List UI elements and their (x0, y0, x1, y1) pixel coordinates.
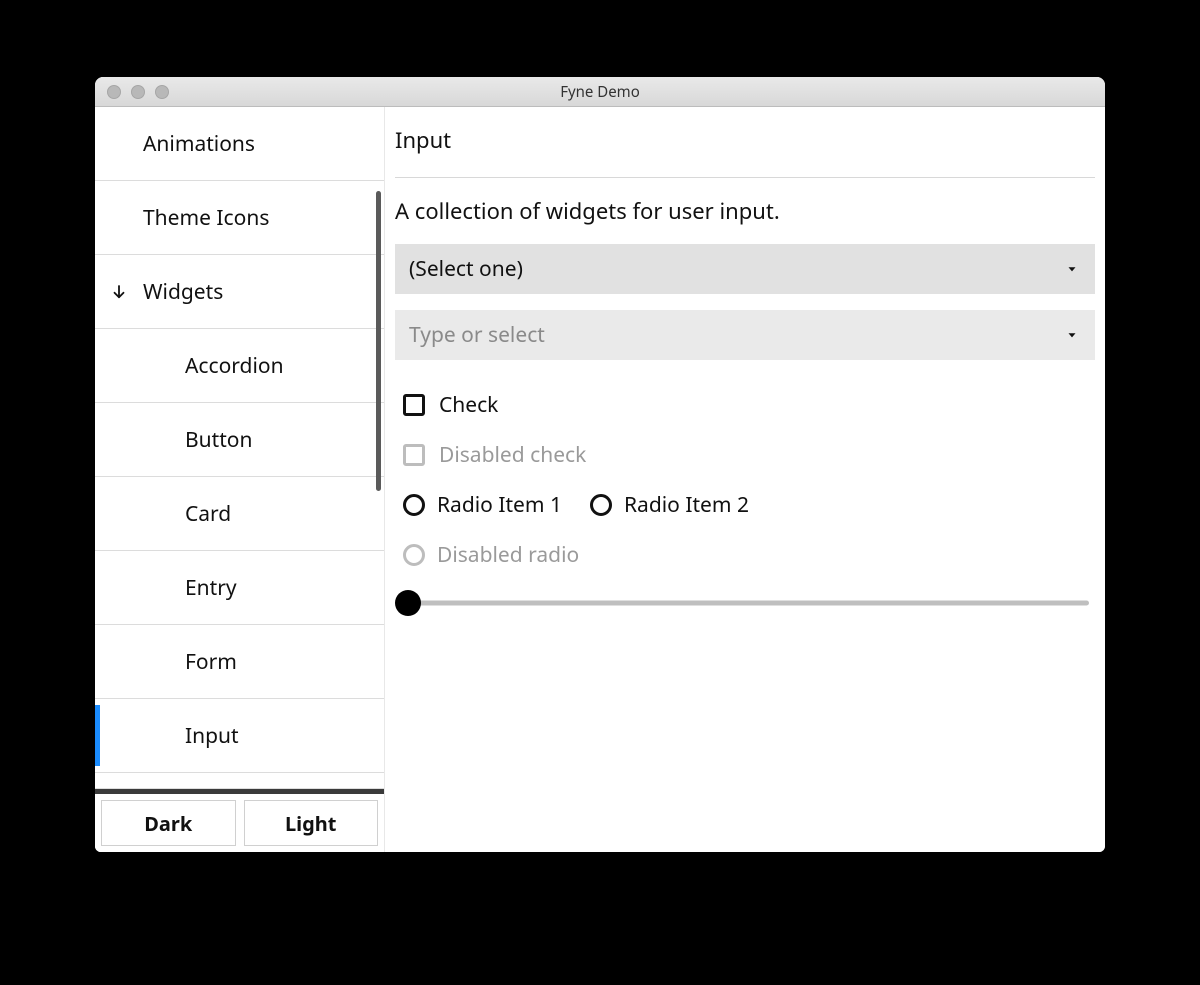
disabled-check-label: Disabled check (439, 441, 586, 469)
sidebar-item-theme-icons[interactable]: Theme Icons (95, 181, 384, 255)
window-title: Fyne Demo (95, 82, 1105, 102)
app-window: Fyne Demo Animations Theme Icons Widgets… (95, 77, 1105, 852)
sidebar-item-label: Accordion (185, 352, 284, 380)
caret-down-icon (1065, 328, 1079, 342)
sidebar-item-card[interactable]: Card (95, 477, 384, 551)
checkbox-icon (403, 444, 425, 466)
nav-scrollbar[interactable] (376, 191, 381, 491)
disabled-check-row: Disabled check (395, 430, 1095, 480)
sidebar-item-input[interactable]: Input (95, 699, 384, 773)
caret-down-icon (1065, 262, 1079, 276)
sidebar-item-widgets[interactable]: Widgets (95, 255, 384, 329)
app-body: Animations Theme Icons Widgets Accordion… (95, 107, 1105, 852)
radio-label: Radio Item 2 (624, 491, 749, 519)
page-description: A collection of widgets for user input. (395, 196, 1095, 226)
radio-icon (403, 544, 425, 566)
sidebar-item-label: Card (185, 500, 231, 528)
radio-group: Radio Item 1 Radio Item 2 (395, 480, 1095, 530)
check-label: Check (439, 391, 498, 419)
sidebar-item-label: Widgets (143, 278, 223, 306)
nav-list[interactable]: Animations Theme Icons Widgets Accordion… (95, 107, 384, 788)
slider-thumb[interactable] (395, 590, 421, 616)
sidebar-item-label: Input (185, 722, 239, 750)
sidebar-item-label: Entry (185, 574, 237, 602)
radio-item-2[interactable]: Radio Item 2 (590, 491, 749, 519)
sidebar-item-text[interactable]: Text (95, 773, 384, 788)
sidebar-item-label: Form (185, 648, 237, 676)
slider-track[interactable] (401, 601, 1089, 606)
radio-item-1[interactable]: Radio Item 1 (403, 491, 562, 519)
sidebar-item-label: Animations (143, 130, 255, 158)
sidebar-item-form[interactable]: Form (95, 625, 384, 699)
divider (395, 177, 1095, 178)
sidebar-item-label: Theme Icons (143, 204, 269, 232)
chevron-down-icon (109, 282, 129, 302)
sidebar-item-accordion[interactable]: Accordion (95, 329, 384, 403)
disabled-radio-item: Disabled radio (403, 541, 579, 569)
disabled-radio-label: Disabled radio (437, 541, 579, 569)
theme-footer: Dark Light (95, 794, 384, 852)
disabled-radio-row: Disabled radio (395, 530, 1095, 580)
slider[interactable] (395, 588, 1095, 618)
dark-theme-button[interactable]: Dark (101, 800, 236, 846)
page-title: Input (395, 125, 1095, 155)
editable-select-placeholder: Type or select (409, 321, 545, 349)
light-theme-button[interactable]: Light (244, 800, 379, 846)
select-dropdown[interactable]: (Select one) (395, 244, 1095, 294)
main-content: Input A collection of widgets for user i… (385, 107, 1105, 852)
checkbox-icon[interactable] (403, 394, 425, 416)
radio-icon[interactable] (403, 494, 425, 516)
sidebar-item-entry[interactable]: Entry (95, 551, 384, 625)
titlebar[interactable]: Fyne Demo (95, 77, 1105, 107)
check-row[interactable]: Check (395, 380, 1095, 430)
editable-select[interactable]: Type or select (395, 310, 1095, 360)
select-placeholder: (Select one) (409, 255, 523, 283)
sidebar-item-animations[interactable]: Animations (95, 107, 384, 181)
radio-icon[interactable] (590, 494, 612, 516)
sidebar-item-label: Text (185, 782, 225, 788)
sidebar-item-button[interactable]: Button (95, 403, 384, 477)
sidebar-item-label: Button (185, 426, 252, 454)
radio-label: Radio Item 1 (437, 491, 562, 519)
sidebar: Animations Theme Icons Widgets Accordion… (95, 107, 385, 852)
